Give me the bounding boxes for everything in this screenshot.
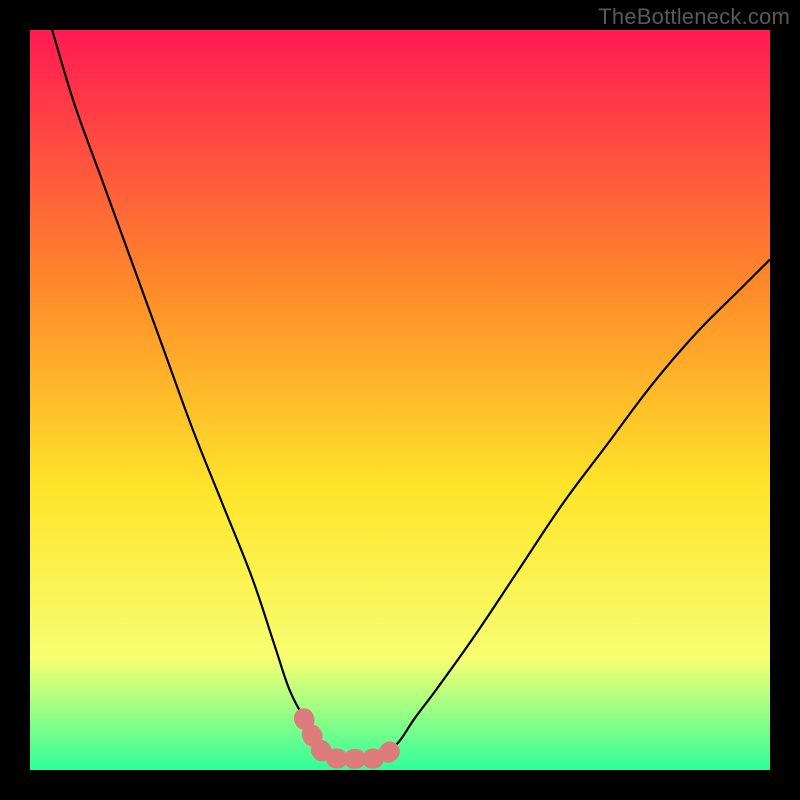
chart-svg <box>30 30 770 770</box>
gradient-background <box>30 30 770 770</box>
watermark-label: TheBottleneck.com <box>598 4 790 30</box>
plot-area <box>30 30 770 770</box>
chart-frame: TheBottleneck.com <box>0 0 800 800</box>
